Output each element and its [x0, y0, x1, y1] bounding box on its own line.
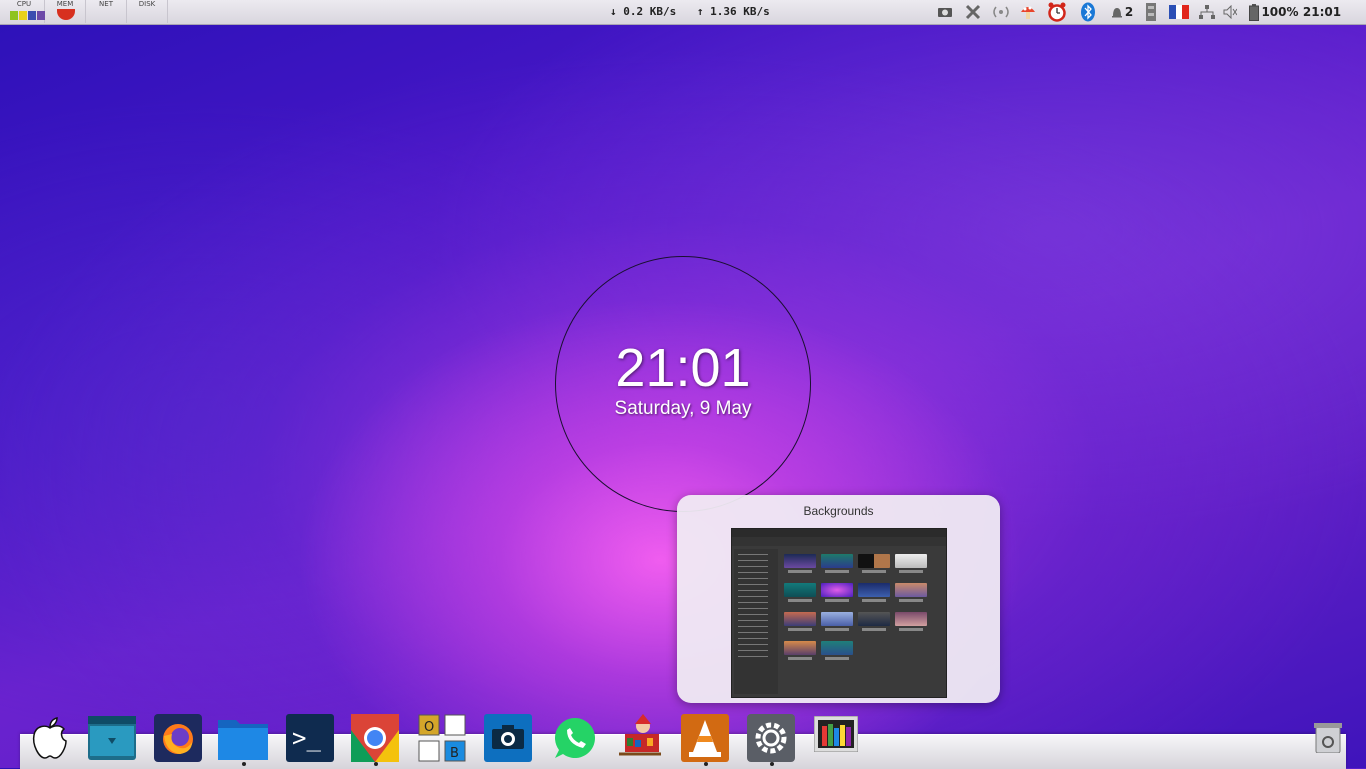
notification-count: 2 [1124, 5, 1134, 19]
mem-monitor[interactable]: MEM [45, 0, 86, 23]
french-flag-icon[interactable] [1168, 3, 1190, 21]
wireless-icon[interactable] [990, 3, 1012, 21]
x-icon[interactable] [964, 3, 982, 21]
apple-menu-icon[interactable] [26, 714, 74, 762]
upload-speed: ↑ 1.36 KB/s [696, 5, 770, 18]
network-icon[interactable] [1198, 3, 1216, 21]
camera-icon[interactable] [484, 714, 532, 762]
preview-title: Backgrounds [803, 504, 874, 518]
netspeed-indicator[interactable]: ↓ 0.2 KB/s ↑ 1.36 KB/s [610, 5, 784, 18]
chrome-icon[interactable] [351, 714, 399, 762]
office-letter-b: B [450, 746, 459, 761]
office-letter-o: O [424, 720, 434, 735]
running-indicator [704, 762, 708, 766]
vlc-icon[interactable] [681, 714, 729, 762]
notification-bell-icon[interactable]: 2 [1108, 3, 1136, 21]
disk-monitor[interactable]: DISK [127, 0, 168, 23]
battery-level: 100% [1261, 5, 1299, 19]
files-icon[interactable] [218, 714, 268, 762]
net-monitor-label: NET [99, 0, 113, 8]
window-preview-popup[interactable]: Backgrounds [677, 495, 1000, 703]
volume-muted-icon[interactable] [1222, 3, 1238, 21]
disk-monitor-label: DISK [138, 0, 156, 8]
panel-clock-text: 21:01 [1302, 5, 1342, 19]
terminal-glyph: >_ [292, 724, 321, 752]
thumb-sidebar [734, 549, 778, 694]
clock-time: 21:01 [615, 338, 751, 398]
thumb-grid [784, 554, 944, 660]
desktop-icon[interactable] [88, 714, 136, 762]
panel-clock[interactable]: 21:01 [1302, 3, 1342, 21]
desktop-clock-widget: 21:01 Saturday, 9 May [555, 256, 811, 512]
clock-date: Saturday, 9 May [614, 398, 752, 419]
backgrounds-icon[interactable] [814, 716, 858, 752]
running-indicator [242, 762, 246, 766]
mem-graph [57, 9, 75, 20]
office-suite-icon[interactable]: OB [418, 714, 466, 762]
whatsapp-icon[interactable] [551, 714, 599, 762]
firefox-icon[interactable] [154, 714, 202, 762]
mem-monitor-label: MEM [56, 0, 74, 8]
running-indicator [374, 762, 378, 766]
memory-icon[interactable] [1144, 3, 1158, 21]
screenshot-icon[interactable] [936, 3, 954, 21]
trash-icon[interactable] [1314, 723, 1342, 754]
running-indicator [770, 762, 774, 766]
terminal-icon[interactable]: >_ [286, 714, 334, 762]
battery-icon[interactable]: 100% [1248, 3, 1300, 21]
net-monitor[interactable]: NET [86, 0, 127, 23]
download-speed: ↓ 0.2 KB/s [610, 5, 677, 18]
cpu-graph [10, 11, 45, 20]
santa-sleigh-icon[interactable] [615, 714, 663, 762]
cpu-monitor[interactable]: CPU [4, 0, 45, 23]
preview-thumbnail[interactable] [731, 528, 947, 698]
settings-icon[interactable] [747, 714, 795, 762]
bluetooth-icon[interactable] [1078, 2, 1098, 22]
top-panel: CPU MEM NET DISK ↓ 0.2 KB/s ↑ 1.36 KB/s … [0, 0, 1366, 25]
alarm-clock-icon[interactable] [1046, 2, 1068, 22]
thumb-titlebar [732, 529, 946, 537]
cpu-monitor-label: CPU [16, 0, 32, 8]
thumb-toolbar [732, 537, 946, 546]
mushroom-icon[interactable] [1018, 3, 1038, 21]
